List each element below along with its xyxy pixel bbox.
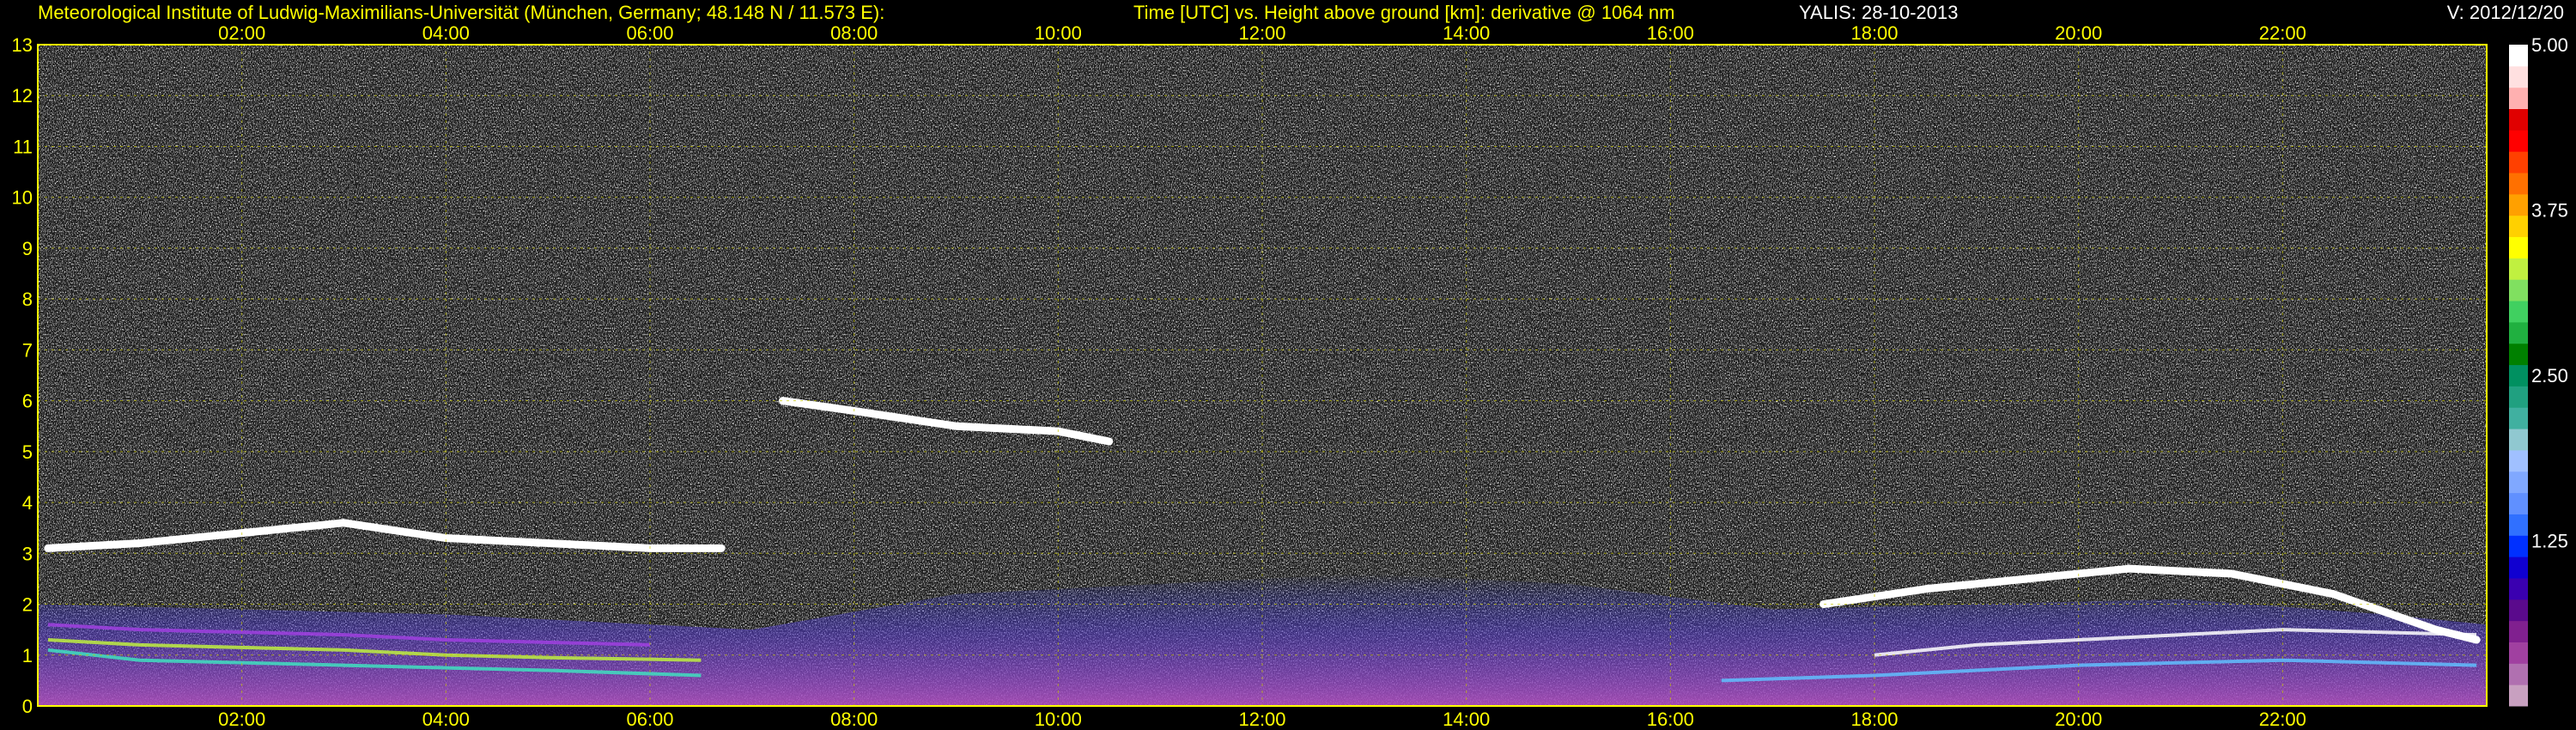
colorbar-swatch [2509,407,2528,429]
colorbar-tick-label: 3.75 [2531,200,2568,222]
y-tick-label: 8 [22,289,33,310]
y-tick-label: 2 [22,594,33,616]
y-tick-label: 11 [13,136,33,157]
lidar-quicklook-chart: Meteorological Institute of Ludwig-Maxim… [12,2,2568,730]
x-tick-top-label: 04:00 [422,22,470,44]
colorbar-swatch [2509,258,2528,280]
colorbar-swatch [2509,577,2528,600]
x-tick-bottom-label: 22:00 [2259,709,2306,730]
colorbar-swatch [2509,236,2528,259]
y-tick-label: 5 [22,441,33,463]
colorbar-swatch [2509,386,2528,408]
x-tick-top-label: 20:00 [2055,22,2102,44]
colorbar-swatch [2509,663,2528,685]
header-instrument-date: YALIS: 28-10-2013 [1799,2,1959,23]
colorbar [2509,45,2528,707]
colorbar-swatch [2509,492,2528,514]
header-institute: Meteorological Institute of Ludwig-Maxim… [38,2,884,23]
x-tick-top-label: 18:00 [1850,22,1898,44]
x-tick-bottom-label: 14:00 [1443,709,1490,730]
y-tick-label: 13 [12,34,33,56]
x-axis-bottom: 02:00 04:00 06:00 08:00 10:00 12:00 14:00 16:00… [218,709,2306,730]
colorbar-swatch [2509,173,2528,195]
y-axis: 012345678910111213 [12,34,33,717]
colorbar-swatch [2509,215,2528,238]
x-tick-top-label: 14:00 [1443,22,1490,44]
colorbar-swatch [2509,471,2528,494]
colorbar-swatch [2509,343,2528,366]
y-tick-label: 10 [12,187,33,209]
colorbar-swatch [2509,321,2528,344]
colorbar-swatch [2509,279,2528,301]
x-tick-bottom-label: 12:00 [1238,709,1285,730]
colorbar-swatch [2509,364,2528,386]
header-axes-description: Time [UTC] vs. Height above ground [km]:… [1133,2,1674,23]
x-tick-top-label: 06:00 [626,22,673,44]
colorbar-swatch [2509,514,2528,536]
x-tick-bottom-label: 06:00 [626,709,673,730]
y-tick-label: 0 [22,696,33,717]
x-tick-top-label: 12:00 [1238,22,1285,44]
colorbar-swatch [2509,65,2528,88]
colorbar-tick-label: 1.25 [2531,531,2568,552]
y-tick-label: 6 [22,391,33,412]
x-tick-top-label: 02:00 [218,22,265,44]
colorbar-swatch [2509,642,2528,664]
header-version: V: 2012/12/20 [2447,2,2564,23]
colorbar-swatch [2509,87,2528,110]
x-tick-top-label: 10:00 [1035,22,1082,44]
x-tick-bottom-label: 10:00 [1035,709,1082,730]
x-axis-top: 02:00 04:00 06:00 08:00 10:00 12:00 14:00 16:00… [218,22,2306,44]
colorbar-swatch [2509,535,2528,557]
x-tick-top-label: 16:00 [1647,22,1694,44]
y-tick-label: 3 [22,543,33,564]
x-tick-top-label: 08:00 [830,22,878,44]
x-tick-bottom-label: 02:00 [218,709,265,730]
colorbar-swatch [2509,151,2528,173]
colorbar-ticks: 1.25 2.50 3.75 5.00 [2531,34,2568,552]
colorbar-swatch [2509,620,2528,642]
colorbar-swatch [2509,193,2528,216]
y-tick-label: 9 [22,238,33,259]
x-tick-top-label: 22:00 [2259,22,2306,44]
colorbar-swatch [2509,557,2528,579]
colorbar-swatch [2509,45,2528,67]
y-tick-label: 4 [22,492,33,514]
colorbar-tick-label: 2.50 [2531,365,2568,386]
y-tick-label: 1 [22,645,33,666]
colorbar-swatch [2509,301,2528,323]
x-tick-bottom-label: 16:00 [1647,709,1694,730]
x-tick-bottom-label: 18:00 [1850,709,1898,730]
colorbar-swatch [2509,130,2528,152]
colorbar-swatch [2509,449,2528,472]
colorbar-swatch [2509,684,2528,707]
x-tick-bottom-label: 20:00 [2055,709,2102,730]
colorbar-swatch [2509,429,2528,451]
colorbar-swatch [2509,599,2528,622]
colorbar-tick-label: 5.00 [2531,34,2568,56]
x-tick-bottom-label: 08:00 [830,709,878,730]
colorbar-swatch [2509,108,2528,131]
y-tick-label: 7 [22,339,33,361]
y-tick-label: 12 [12,85,33,106]
x-tick-bottom-label: 04:00 [422,709,470,730]
